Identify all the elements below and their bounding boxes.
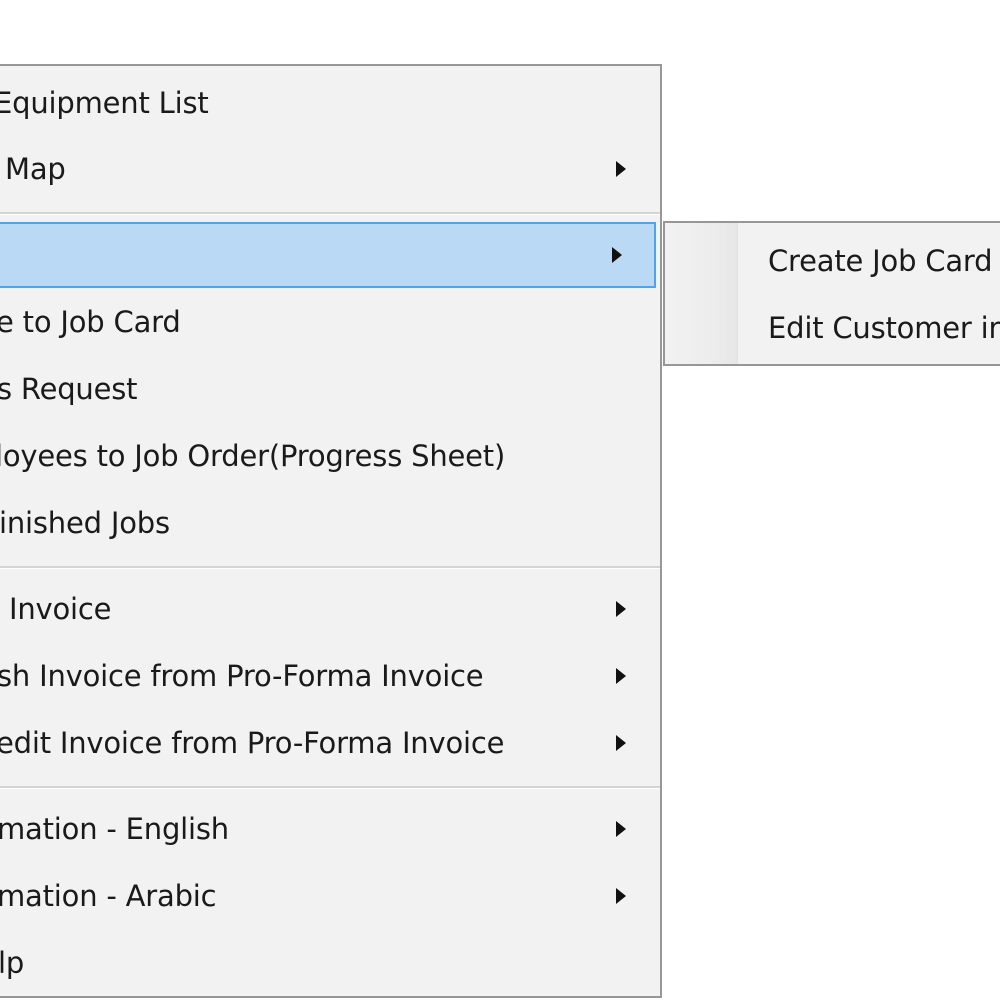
submenu-item-edit-customer-info[interactable]: Edit Customer in	[665, 295, 1000, 361]
menu-item-label: lp	[0, 946, 25, 980]
submenu-item-label: Create Job Card	[768, 244, 993, 278]
menu-separator	[0, 212, 660, 215]
menu-separator	[0, 566, 660, 569]
menu-item-label: sh Invoice from Pro-Forma Invoice	[0, 659, 484, 693]
menu-item-finished-jobs[interactable]: inished Jobs	[0, 490, 660, 556]
menu-item-cash-invoice-from-proforma[interactable]: sh Invoice from Pro-Forma Invoice	[0, 643, 660, 709]
context-menu: Equipment List Map e to Job Card s Reque…	[0, 64, 662, 998]
menu-item-credit-invoice-from-proforma[interactable]: edit Invoice from Pro-Forma Invoice	[0, 710, 660, 776]
submenu-arrow-icon	[616, 735, 626, 751]
menu-item-label: Equipment List	[0, 86, 209, 120]
submenu-arrow-icon	[616, 601, 626, 617]
menu-item-employees-to-job-order[interactable]: loyees to Job Order(Progress Sheet)	[0, 423, 660, 489]
menu-item-job-card-submenu[interactable]	[0, 222, 656, 288]
submenu-item-create-job-card[interactable]: Create Job Card	[665, 228, 1000, 294]
menu-item-equipment-list[interactable]: Equipment List	[0, 70, 660, 136]
submenu-arrow-icon	[616, 161, 626, 177]
submenu-arrow-icon	[616, 668, 626, 684]
menu-item-help[interactable]: lp	[0, 930, 660, 996]
menu-item-to-job-card[interactable]: e to Job Card	[0, 289, 660, 355]
menu-separator	[0, 786, 660, 789]
menu-item-label: s Request	[0, 372, 138, 406]
job-card-submenu: Create Job Card Edit Customer in	[663, 221, 1000, 366]
menu-item-label: Invoice	[9, 592, 112, 626]
screen: Equipment List Map e to Job Card s Reque…	[0, 0, 1000, 1000]
menu-item-information-english[interactable]: mation - English	[0, 796, 660, 862]
menu-item-label: Map	[5, 152, 66, 186]
menu-item-request[interactable]: s Request	[0, 356, 660, 422]
submenu-item-label: Edit Customer in	[768, 311, 1000, 345]
menu-item-information-arabic[interactable]: mation - Arabic	[0, 863, 660, 929]
menu-item-label: loyees to Job Order(Progress Sheet)	[0, 439, 506, 473]
menu-item-label: inished Jobs	[0, 506, 170, 540]
submenu-arrow-icon	[612, 247, 622, 263]
menu-item-map[interactable]: Map	[0, 136, 660, 202]
menu-item-label: mation - English	[0, 812, 229, 846]
menu-item-label: edit Invoice from Pro-Forma Invoice	[0, 726, 505, 760]
menu-item-invoice[interactable]: Invoice	[0, 576, 660, 642]
menu-item-label: mation - Arabic	[0, 879, 217, 913]
submenu-arrow-icon	[616, 888, 626, 904]
menu-item-label: e to Job Card	[0, 305, 181, 339]
submenu-arrow-icon	[616, 821, 626, 837]
